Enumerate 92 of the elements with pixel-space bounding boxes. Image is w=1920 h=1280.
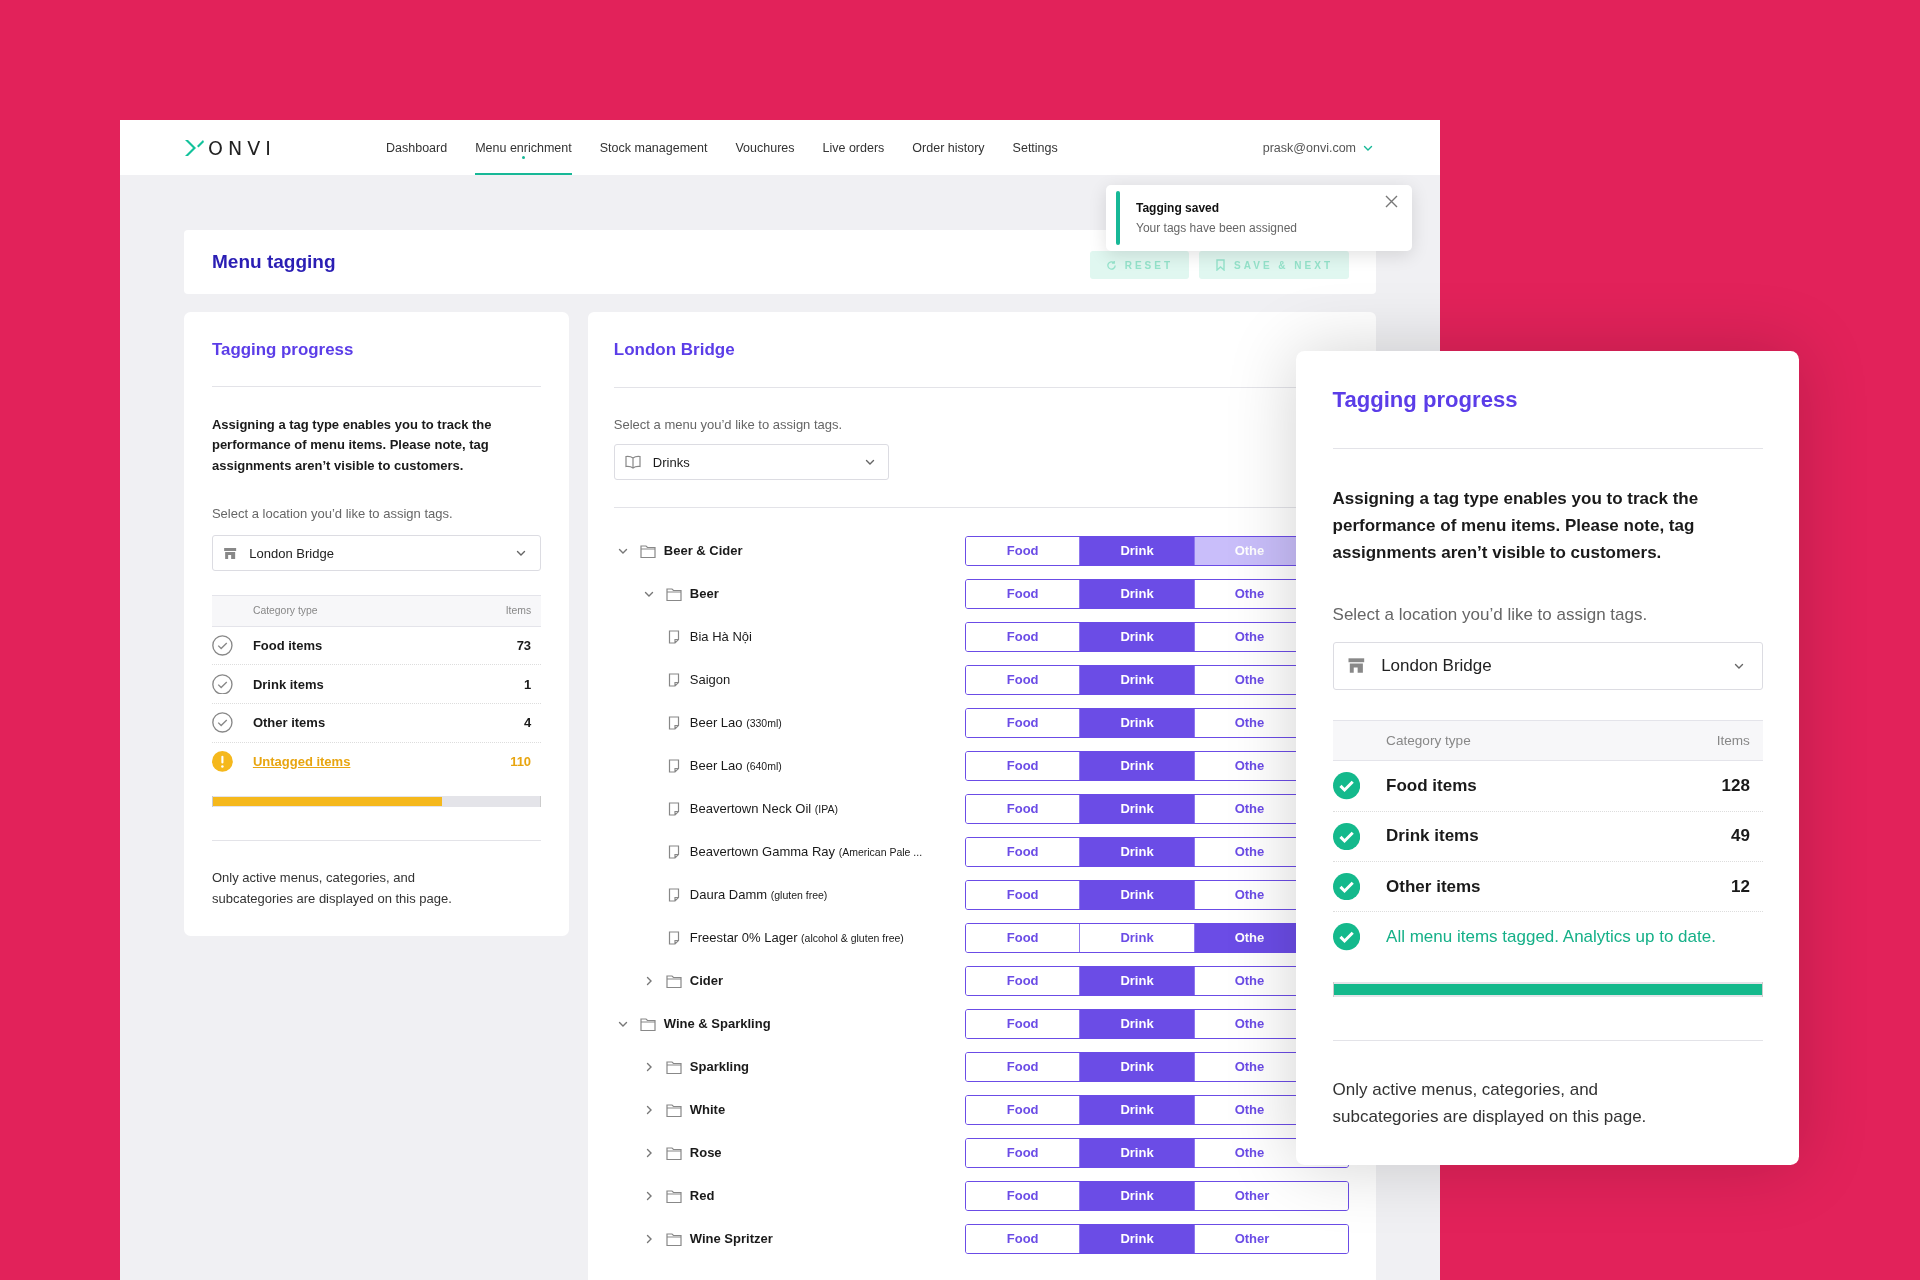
- panel-title: Tagging progress: [211, 339, 355, 361]
- nav-link[interactable]: Vouchures: [735, 120, 795, 175]
- folder-icon: [665, 1102, 682, 1117]
- item-name: Saigon: [689, 672, 731, 687]
- column-header: Items: [1716, 733, 1750, 749]
- tag-option[interactable]: Drink: [1079, 966, 1194, 995]
- item-name: Beer Lao (640ml): [689, 758, 782, 773]
- item-name: Beavertown Neck Oil (IPA): [689, 801, 838, 816]
- menu-prompt: Select a menu you’d like to assign tags.: [613, 416, 844, 434]
- folder-icon: [665, 1145, 682, 1160]
- category-name: Sparkling: [689, 1059, 750, 1074]
- close-button[interactable]: [1385, 195, 1398, 208]
- folder-icon: [665, 586, 682, 601]
- nav-link[interactable]: Dashboard: [386, 120, 448, 175]
- item-name: Bia Hà Nội: [689, 629, 752, 644]
- account-menu[interactable]: prask@onvi.com: [1262, 140, 1374, 155]
- location-prompt: Select a location you’d like to assign tags.: [211, 505, 454, 524]
- category-label: Food items: [1386, 776, 1477, 796]
- folder-icon: [639, 1016, 656, 1031]
- item-count: 73: [516, 637, 533, 653]
- item-count: 128: [1721, 776, 1751, 796]
- item-count: 110: [510, 753, 533, 769]
- item-count: 4: [523, 715, 533, 731]
- item-count: 12: [1730, 876, 1751, 897]
- category-label: Drink items: [1386, 826, 1479, 847]
- panel-title: Tagging progress: [1332, 386, 1519, 414]
- store-icon: [1347, 657, 1366, 675]
- folder-icon: [665, 973, 682, 988]
- nav-link[interactable]: Live orders: [822, 120, 885, 175]
- page-title: Menu tagging: [212, 251, 336, 273]
- logo-text: ONVI: [208, 136, 276, 159]
- item-count: 1: [523, 676, 533, 692]
- category-name: Red: [689, 1188, 715, 1203]
- column-header: Category type: [1386, 733, 1471, 749]
- book-icon: [624, 455, 641, 469]
- bookmark-icon: [1215, 259, 1227, 271]
- item-name: Beavertown Gamma Ray (American Pale ...: [689, 844, 923, 859]
- nav-link[interactable]: Stock management: [599, 120, 708, 175]
- tag-option[interactable]: Drink: [1079, 536, 1194, 565]
- column-header: Category type: [252, 605, 318, 617]
- category-label: Other items: [252, 715, 326, 731]
- location-dropdown[interactable]: London Bridge: [211, 534, 541, 572]
- tag-option[interactable]: Drink: [1079, 665, 1194, 694]
- toast-title: Tagging saved: [1136, 201, 1221, 215]
- item-name: Daura Damm (gluten free): [689, 887, 828, 902]
- tag-option[interactable]: Drink: [1079, 880, 1194, 909]
- panel-title: London Bridge: [613, 339, 736, 361]
- item-count: 49: [1730, 826, 1751, 847]
- tag-option[interactable]: Drink: [1079, 708, 1194, 737]
- column-header: Items: [505, 605, 532, 617]
- nav-link[interactable]: Order history: [912, 120, 985, 175]
- tag-option[interactable]: Drink: [1079, 1224, 1194, 1253]
- tag-option[interactable]: Drink: [1079, 1009, 1194, 1038]
- tag-option[interactable]: Drink: [1079, 579, 1194, 608]
- status-message: All menu items tagged. Analytics up to date.: [1386, 926, 1716, 947]
- category-label: Drink items: [252, 676, 324, 692]
- intro-text: Assigning a tag type enables you to track the performance of menu items. Please note, tag assignments aren’t visible to customers.: [211, 415, 493, 476]
- tag-option[interactable]: Drink: [1079, 794, 1194, 823]
- menu-dropdown[interactable]: Drinks: [613, 444, 889, 480]
- tag-option[interactable]: Other: [1193, 1224, 1348, 1253]
- tag-option[interactable]: Drink: [1079, 1181, 1194, 1210]
- reset-icon: [1105, 259, 1117, 271]
- tag-option[interactable]: Drink: [1079, 1052, 1194, 1081]
- tag-option[interactable]: Drink: [1079, 751, 1194, 780]
- tag-option[interactable]: Drink: [1079, 622, 1194, 651]
- category-name: Beer: [689, 586, 719, 601]
- folder-icon: [665, 1188, 682, 1203]
- folder-icon: [665, 1059, 682, 1074]
- tag-option[interactable]: Drink: [1079, 1138, 1194, 1167]
- category-name: Wine Spritzer: [689, 1231, 773, 1246]
- logo-icon: [184, 137, 204, 158]
- folder-icon: [665, 1231, 682, 1246]
- toast-message: Your tags have been assigned: [1136, 221, 1298, 235]
- category-label: Other items: [1386, 876, 1481, 897]
- nav-link[interactable]: Menu enrichment: [475, 120, 572, 175]
- category-name: Wine & Sparkling: [663, 1016, 771, 1031]
- tag-option[interactable]: Drink: [1079, 1095, 1194, 1124]
- tag-option[interactable]: Drink: [1079, 837, 1194, 866]
- toast-accent-bar: [1116, 191, 1120, 245]
- category-name: Rose: [689, 1145, 722, 1160]
- item-name: Beer Lao (330ml): [689, 715, 782, 730]
- tag-option[interactable]: Other: [1193, 1181, 1348, 1210]
- nav-link[interactable]: Settings: [1012, 120, 1058, 175]
- category-name: Cider: [689, 973, 724, 988]
- item-name: Freestar 0% Lager (alcohol & gluten free): [689, 930, 904, 945]
- category-name: White: [689, 1102, 726, 1117]
- category-name: Beer & Cider: [663, 543, 743, 558]
- location-dropdown[interactable]: London Bridge: [1332, 642, 1763, 690]
- category-label: Food items: [252, 637, 323, 653]
- store-icon: [223, 546, 238, 560]
- footnote-text: Only active menus, categories, and subcategories are displayed on this page.: [211, 869, 453, 908]
- folder-icon: [639, 543, 656, 558]
